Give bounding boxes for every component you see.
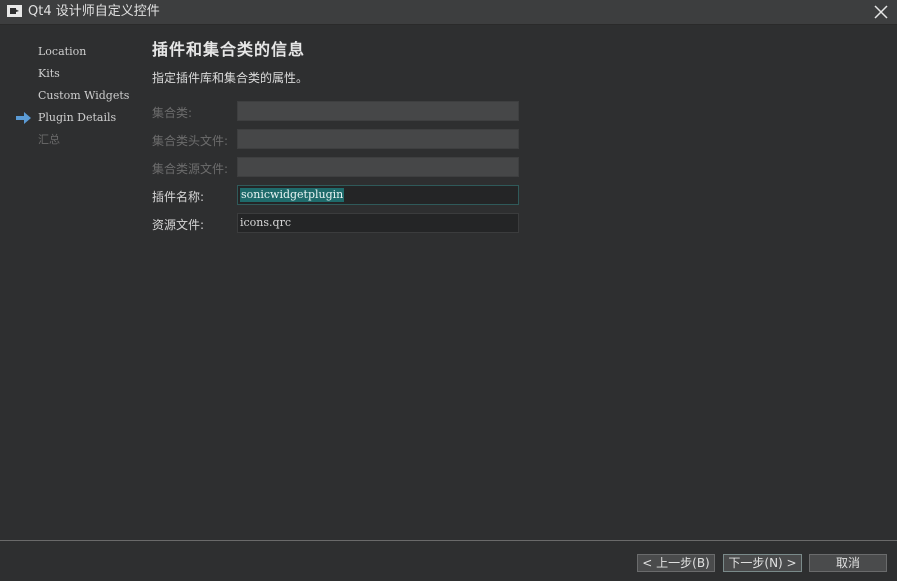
cancel-button[interactable]: 取消: [809, 554, 887, 572]
step-kits: Kits: [0, 64, 140, 86]
collection-header-label: 集合类头文件:: [152, 134, 229, 148]
resource-file-label: 资源文件:: [152, 218, 205, 232]
collection-source-label: 集合类源文件:: [152, 162, 229, 176]
collection-header-input: [237, 129, 519, 149]
next-button[interactable]: 下一步(N) >: [723, 554, 802, 572]
resource-file-value: icons.qrc: [240, 216, 291, 229]
plugin-name-value: sonicwidgetplugin: [240, 188, 345, 202]
collection-class-input: [237, 101, 519, 121]
title-bar: Qt4 设计师自定义控件: [0, 0, 897, 25]
resource-file-input[interactable]: icons.qrc: [237, 213, 519, 233]
collection-source-input: [237, 157, 519, 177]
step-location: Location: [0, 42, 140, 64]
back-button[interactable]: < 上一步(B): [637, 554, 715, 572]
step-label: Custom Widgets: [38, 89, 130, 102]
window-title: Qt4 设计师自定义控件: [28, 4, 160, 19]
app-window-icon: [7, 5, 22, 17]
footer-separator: [0, 540, 897, 541]
wizard-steps: Location Kits Custom Widgets Plugin Deta…: [0, 42, 140, 152]
close-button[interactable]: [871, 2, 891, 22]
step-custom-widgets: Custom Widgets: [0, 86, 140, 108]
current-step-arrow-icon: [16, 112, 31, 124]
page-subtitle: 指定插件库和集合类的属性。: [152, 71, 309, 85]
plugin-name-label: 插件名称:: [152, 190, 205, 204]
step-plugin-details: Plugin Details: [0, 108, 140, 130]
step-label: 汇总: [38, 133, 60, 146]
plugin-name-input[interactable]: sonicwidgetplugin: [237, 185, 519, 205]
page-title: 插件和集合类的信息: [152, 40, 306, 59]
step-label: Location: [38, 45, 87, 58]
close-icon: [874, 5, 888, 19]
step-label: Kits: [38, 67, 60, 80]
step-summary: 汇总: [0, 130, 140, 152]
collection-class-label: 集合类:: [152, 106, 193, 120]
step-label: Plugin Details: [38, 111, 117, 124]
